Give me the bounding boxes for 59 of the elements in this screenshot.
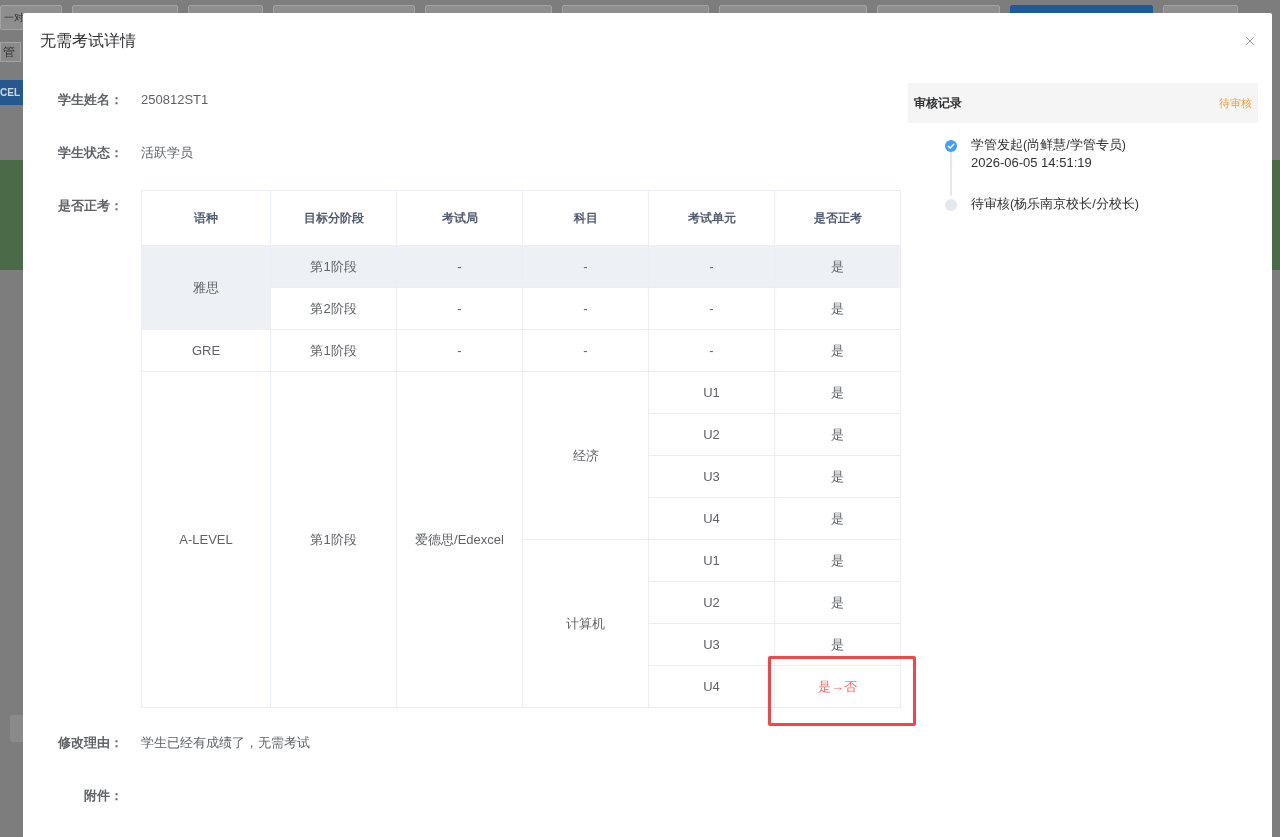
table-cell: U1: [648, 539, 775, 582]
table-cell: 经济: [522, 371, 649, 540]
table-cell: -: [396, 245, 523, 288]
table-cell: U1: [648, 371, 775, 414]
field-value: 活跃学员: [141, 144, 193, 163]
table-cell: 是: [774, 539, 901, 582]
table-cell: 是: [774, 245, 901, 288]
table-cell: -: [396, 287, 523, 330]
table-cell: 是: [774, 287, 901, 330]
table-cell: 第2阶段: [270, 287, 397, 330]
export-button[interactable]: CEL: [0, 80, 23, 105]
field-value: 学生已经有成绩了，无需考试: [141, 734, 310, 753]
table-cell: U2: [648, 581, 775, 624]
table-cell: 第1阶段: [270, 245, 397, 288]
step-time: 2026-06-05 14:51:19: [971, 154, 1093, 171]
check-circle-icon: [945, 140, 957, 152]
step-title: 学管发起(尚鲜慧/学管专员): [971, 137, 1126, 154]
table-cell: 第1阶段: [270, 329, 397, 372]
table-cell: -: [648, 329, 775, 372]
column-header: 目标分阶段: [270, 190, 397, 246]
table-cell: -: [396, 329, 523, 372]
field-label: 学生状态：: [58, 144, 123, 163]
column-header: 考试单元: [648, 190, 775, 246]
table-cell: 是: [774, 371, 901, 414]
table-cell: -: [648, 287, 775, 330]
dialog-title: 无需考试详情: [40, 30, 136, 51]
review-status: 待审核: [1219, 95, 1252, 111]
table-cell: U2: [648, 413, 775, 456]
table-cell: 雅思: [141, 245, 271, 330]
toolbar-button[interactable]: 管: [0, 42, 21, 62]
field-value: 250812ST1: [141, 91, 209, 110]
table-cell: U4: [648, 497, 775, 540]
table-cell: 是: [774, 497, 901, 540]
table-cell: 是: [774, 329, 901, 372]
table-cell: U3: [648, 623, 775, 666]
field-label: 修改理由：: [58, 734, 123, 753]
column-header: 考试局: [396, 190, 523, 246]
table-cell: 是: [774, 455, 901, 498]
column-header: 科目: [522, 190, 649, 246]
field-label: 学生姓名：: [58, 91, 123, 110]
field-label: 附件：: [84, 787, 123, 806]
table-cell: 爱德思/Edexcel: [396, 371, 523, 708]
column-header: 语种: [141, 190, 271, 246]
review-title: 审核记录: [914, 95, 962, 112]
step-title: 待审核(杨乐南京校长/分校长): [971, 196, 1139, 213]
dot-icon: [945, 199, 957, 211]
table-cell: -: [522, 287, 649, 330]
table-cell: -: [648, 245, 775, 288]
table-cell: 是: [774, 581, 901, 624]
field-label: 是否正考：: [58, 197, 123, 216]
table-cell: 计算机: [522, 539, 649, 708]
column-header: 是否正考: [774, 190, 901, 246]
table-cell: A-LEVEL: [141, 371, 271, 708]
table-cell: 第1阶段: [270, 371, 397, 708]
table-cell: GRE: [141, 329, 271, 372]
table-cell: -: [522, 245, 649, 288]
table-cell: -: [522, 329, 649, 372]
table-cell: 是: [774, 413, 901, 456]
table-cell: U3: [648, 455, 775, 498]
